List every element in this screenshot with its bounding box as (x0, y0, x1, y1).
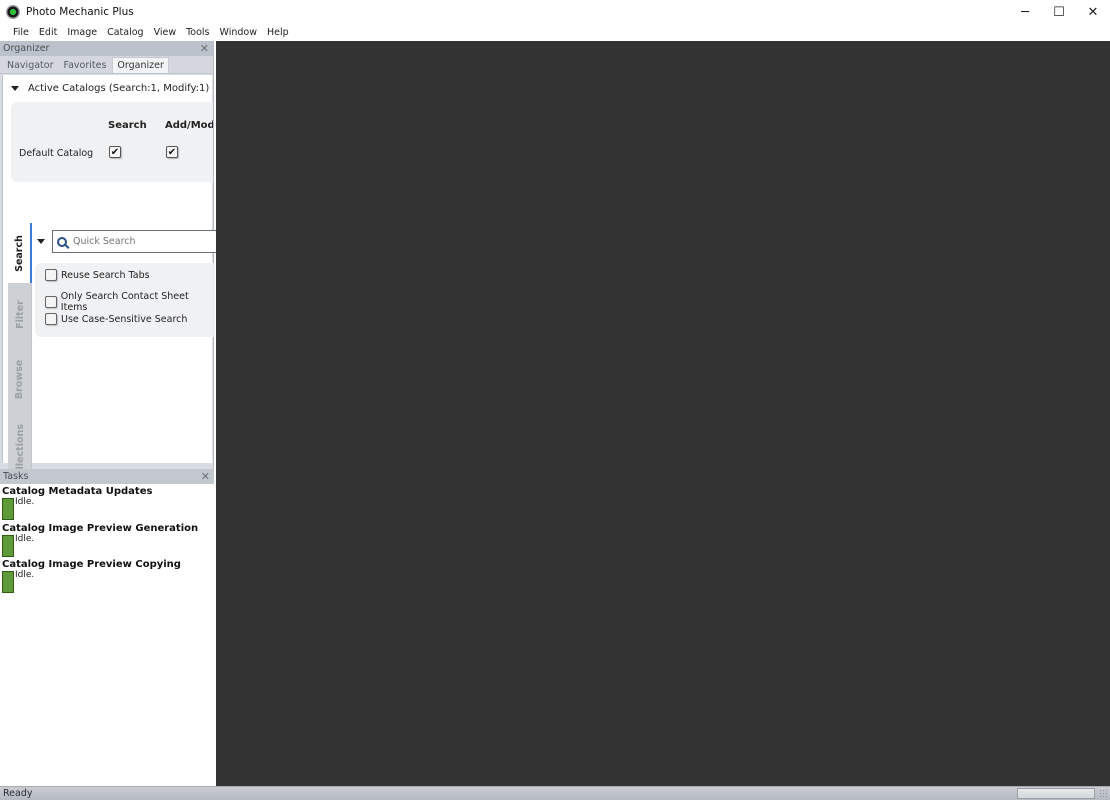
organizer-panel-title: Organizer (3, 43, 50, 54)
option-label: Reuse Search Tabs (61, 269, 150, 281)
menu-view[interactable]: View (154, 27, 177, 38)
menu-catalog[interactable]: Catalog (107, 27, 143, 38)
tab-favorites[interactable]: Favorites (59, 58, 110, 73)
menu-tools[interactable]: Tools (186, 27, 209, 38)
close-icon: ✕ (1087, 4, 1099, 20)
tasks-panel-header: Tasks ✕ (0, 469, 214, 484)
menu-bar: File Edit Image Catalog View Tools Windo… (0, 24, 1110, 41)
triangle-down-icon (11, 86, 19, 91)
menu-help[interactable]: Help (267, 27, 289, 38)
status-text: Ready (3, 788, 33, 799)
active-catalogs-header: Active Catalogs (Search:1, Modify:1) (28, 83, 210, 94)
status-bar: Ready (0, 786, 1110, 800)
option-label: Use Case-Sensitive Search (61, 313, 188, 325)
active-catalogs-table: Search Add/Mod Default Catalog ✔ ✔ (11, 102, 213, 182)
search-options-toggle-icon[interactable] (37, 239, 45, 244)
search-options: Reuse Search Tabs Only Search Contact Sh… (35, 263, 215, 337)
vtab-browse-label: Browse (14, 359, 26, 399)
window-controls: ─ ☐ ✕ (1008, 0, 1110, 24)
photo-mechanic-icon (6, 5, 20, 19)
task-status: Idle. (15, 533, 35, 544)
tasks-close-icon[interactable]: ✕ (201, 469, 210, 484)
maximize-button[interactable]: ☐ (1042, 0, 1076, 24)
column-header-add-modify: Add/Mod (165, 120, 213, 131)
minimize-icon: ─ (1021, 4, 1029, 20)
option-only-search-contact-sheet[interactable]: Only Search Contact Sheet Items (45, 291, 215, 313)
vtab-filter[interactable]: Filter (8, 283, 32, 345)
close-button[interactable]: ✕ (1076, 0, 1110, 24)
active-catalogs-toggle[interactable]: Active Catalogs (Search:1, Modify:1) (11, 83, 209, 94)
catalog-search-checkbox[interactable]: ✔ (109, 146, 121, 158)
search-icon (57, 236, 67, 247)
vtab-filter-label: Filter (14, 299, 26, 329)
organizer-body: Active Catalogs (Search:1, Modify:1) Sea… (2, 75, 217, 493)
quick-search-input[interactable] (73, 236, 193, 247)
task-item: Catalog Image Preview Copying Idle. (0, 557, 214, 594)
vtab-browse[interactable]: Browse (8, 345, 32, 413)
catalog-name: Default Catalog (19, 148, 94, 159)
search-area: Reuse Search Tabs Only Search Contact Sh… (32, 223, 217, 343)
task-item: Catalog Metadata Updates Idle. (0, 484, 214, 521)
task-status: Idle. (15, 570, 35, 580)
status-progress-field (1017, 788, 1095, 799)
reuse-search-tabs-checkbox[interactable] (45, 269, 57, 281)
menu-edit[interactable]: Edit (39, 27, 57, 38)
maximize-icon: ☐ (1053, 4, 1065, 20)
tasks-panel-title: Tasks (3, 471, 29, 482)
main-workspace[interactable] (216, 41, 1110, 786)
menu-image[interactable]: Image (67, 27, 97, 38)
task-status: Idle. (15, 497, 35, 507)
title-bar: Photo Mechanic Plus ─ ☐ ✕ (0, 0, 1110, 24)
resize-grip-icon[interactable] (1099, 789, 1109, 799)
organizer-tabs: Navigator Favorites Organizer (0, 56, 213, 74)
column-header-search: Search (108, 120, 147, 131)
case-sensitive-checkbox[interactable] (45, 313, 57, 325)
task-title: Catalog Image Preview Copying (2, 559, 181, 570)
option-reuse-search-tabs[interactable]: Reuse Search Tabs (45, 269, 150, 281)
tasks-panel: Tasks ✕ Catalog Metadata Updates Idle. C… (0, 469, 214, 786)
tab-navigator[interactable]: Navigator (3, 58, 57, 73)
task-title: Catalog Image Preview Generation (2, 522, 199, 534)
menu-file[interactable]: File (13, 27, 29, 38)
vtab-search[interactable]: Search (8, 223, 32, 283)
tab-organizer[interactable]: Organizer (112, 57, 169, 73)
quick-search-field[interactable] (52, 230, 217, 253)
menu-window[interactable]: Window (220, 27, 257, 38)
organizer-panel-header: Organizer ✕ (0, 41, 213, 56)
task-status-indicator (2, 571, 14, 593)
window-title: Photo Mechanic Plus (26, 6, 134, 18)
task-status-indicator (2, 534, 14, 557)
vertical-tabs: Search Filter Browse Collections (8, 223, 32, 493)
option-label: Only Search Contact Sheet Items (60, 291, 189, 313)
minimize-button[interactable]: ─ (1008, 0, 1042, 24)
task-item: Catalog Image Preview Generation Idle. (0, 521, 214, 558)
only-search-contact-sheet-checkbox[interactable] (45, 296, 57, 308)
option-case-sensitive[interactable]: Use Case-Sensitive Search (45, 313, 187, 325)
task-status-indicator (2, 498, 14, 520)
organizer-close-icon[interactable]: ✕ (200, 41, 209, 56)
catalog-modify-checkbox[interactable]: ✔ (166, 146, 178, 158)
task-title: Catalog Metadata Updates (2, 486, 153, 497)
vtab-search-label: Search (13, 234, 25, 272)
